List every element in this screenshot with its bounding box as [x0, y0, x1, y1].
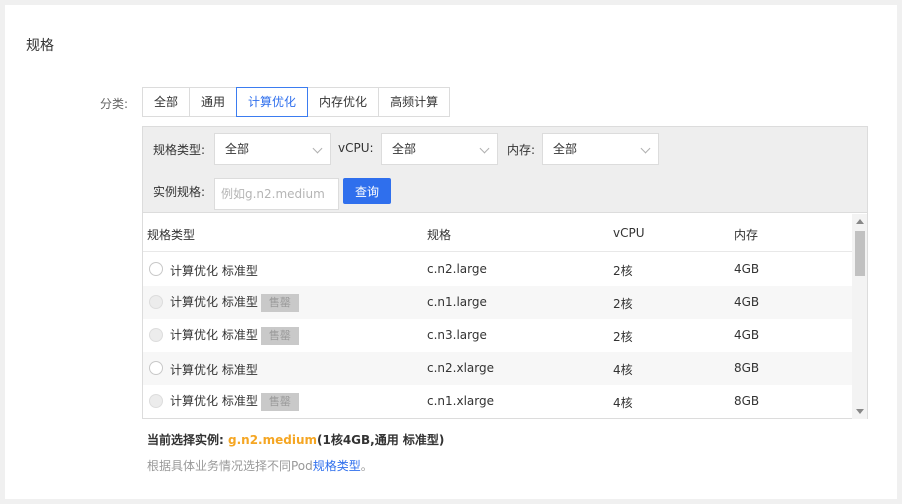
tab-high-frequency[interactable]: 高频计算: [378, 87, 451, 117]
radio-button: [149, 394, 163, 408]
selection-detail: (1核4GB,通用 标准型): [317, 433, 445, 447]
header-spec: 规格: [427, 228, 452, 242]
hint-text: 根据具体业务情况选择不同Pod: [147, 459, 313, 473]
spec-hint: 根据具体业务情况选择不同Pod规格类型。: [147, 457, 373, 474]
sold-out-badge: 售罄: [260, 392, 299, 411]
scroll-up-arrow-icon[interactable]: [856, 219, 864, 224]
tab-general[interactable]: 通用: [189, 87, 238, 117]
vcpu-label: vCPU:: [338, 141, 374, 155]
row-vcpu: 4核: [613, 363, 633, 377]
spec-type-label: 规格类型:: [153, 143, 206, 157]
row-spec: c.n1.xlarge: [427, 394, 494, 408]
chevron-down-icon: [479, 143, 490, 154]
spec-card: 规格 分类: 全部 通用 计算优化 内存优化 高频计算 规格类型: 全部 vCP…: [5, 5, 897, 499]
chevron-down-icon: [640, 143, 651, 154]
sold-out-badge: 售罄: [260, 326, 299, 345]
spec-type-value: 全部: [225, 142, 250, 156]
vcpu-value: 全部: [392, 142, 417, 156]
row-spec: c.n3.large: [427, 328, 487, 342]
header-memory: 内存: [734, 228, 759, 242]
filter-bar: 规格类型: 全部 vCPU: 全部 内存: 全部 实例规格: 查询: [143, 127, 867, 213]
current-selection: 当前选择实例: g.n2.medium(1核4GB,通用 标准型): [147, 431, 444, 448]
row-memory: 8GB: [734, 361, 760, 375]
spec-type-link[interactable]: 规格类型: [313, 459, 361, 473]
row-type: 计算优化 标准型 售罄: [170, 392, 299, 411]
scroll-down-arrow-icon[interactable]: [856, 409, 864, 414]
tab-memory-optimized[interactable]: 内存优化: [307, 87, 380, 117]
row-type: 计算优化 标准型: [170, 264, 258, 278]
table-header: 规格类型 规格 vCPU 内存: [143, 214, 852, 252]
radio-button[interactable]: [149, 262, 163, 276]
category-tabs: 全部 通用 计算优化 内存优化 高频计算: [142, 87, 451, 117]
spec-table: 规格类型 规格 vCPU 内存 计算优化 标准型 c.n2.large 2核 4…: [143, 214, 852, 419]
scrollbar-thumb[interactable]: [855, 231, 865, 276]
tab-compute-optimized[interactable]: 计算优化: [236, 87, 309, 117]
hint-suffix: 。: [360, 459, 373, 473]
query-button[interactable]: 查询: [343, 178, 391, 204]
row-vcpu: 4核: [613, 396, 633, 410]
row-spec: c.n2.large: [427, 262, 487, 276]
section-title: 规格: [26, 38, 54, 54]
row-memory: 4GB: [734, 262, 760, 276]
row-type: 计算优化 标准型 售罄: [170, 293, 299, 312]
spec-type-select[interactable]: 全部: [214, 133, 331, 165]
table-row: 计算优化 标准型 售罄 c.n1.xlarge 4核 8GB: [143, 385, 852, 418]
spec-panel: 规格类型: 全部 vCPU: 全部 内存: 全部 实例规格: 查询 规格类型: [142, 126, 868, 419]
category-label: 分类:: [100, 97, 129, 111]
sold-out-badge: 售罄: [260, 293, 299, 312]
radio-button: [149, 328, 163, 342]
header-spec-type: 规格类型: [147, 228, 196, 242]
instance-label: 实例规格:: [153, 185, 206, 199]
row-vcpu: 2核: [613, 297, 633, 311]
row-memory: 8GB: [734, 394, 760, 408]
table-row[interactable]: 计算优化 标准型 c.n2.xlarge 4核 8GB: [143, 352, 852, 385]
table-row: 计算优化 标准型 售罄 c.n3.large 2核 4GB: [143, 319, 852, 352]
header-vcpu: vCPU: [613, 226, 645, 240]
memory-value: 全部: [553, 142, 578, 156]
table-row: 计算优化 标准型 售罄 c.n1.large 2核 4GB: [143, 286, 852, 319]
vcpu-select[interactable]: 全部: [381, 133, 498, 165]
row-vcpu: 2核: [613, 264, 633, 278]
selection-value: g.n2.medium: [228, 433, 317, 447]
radio-button[interactable]: [149, 361, 163, 375]
row-spec: c.n1.large: [427, 295, 487, 309]
row-memory: 4GB: [734, 328, 760, 342]
row-type: 计算优化 标准型 售罄: [170, 326, 299, 345]
memory-label: 内存:: [507, 143, 536, 157]
row-vcpu: 2核: [613, 330, 633, 344]
selection-prefix: 当前选择实例:: [147, 433, 224, 447]
table-scrollbar[interactable]: [852, 214, 867, 419]
instance-search-input[interactable]: [214, 178, 339, 210]
tab-all[interactable]: 全部: [142, 87, 191, 117]
radio-button: [149, 295, 163, 309]
chevron-down-icon: [312, 143, 323, 154]
memory-select[interactable]: 全部: [542, 133, 659, 165]
table-row[interactable]: 计算优化 标准型 c.n2.large 2核 4GB: [143, 253, 852, 286]
row-spec: c.n2.xlarge: [427, 361, 494, 375]
row-memory: 4GB: [734, 295, 760, 309]
row-type: 计算优化 标准型: [170, 363, 258, 377]
